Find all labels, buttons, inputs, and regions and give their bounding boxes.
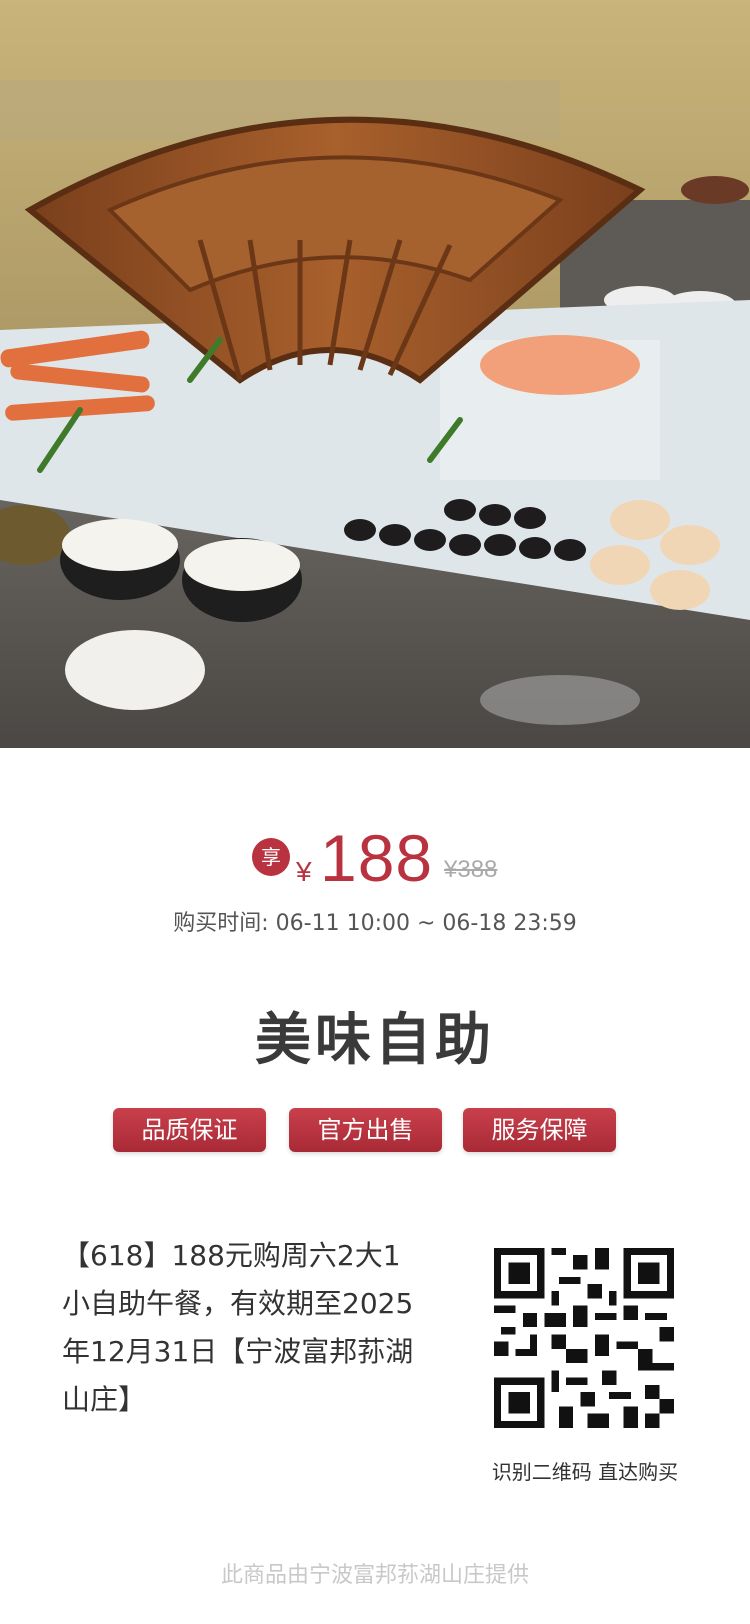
buffet-photo bbox=[0, 0, 750, 748]
tag-official: 官方出售 bbox=[289, 1108, 442, 1152]
discount-badge: 享 bbox=[252, 838, 290, 876]
purchase-time: 购买时间: 06-11 10:00 ~ 06-18 23:59 bbox=[173, 911, 577, 936]
tag-service: 服务保障 bbox=[463, 1108, 616, 1152]
product-description: 【618】188元购周六2大1小自助午餐，有效期至2025年12月31日【宁波富… bbox=[62, 1239, 414, 1416]
price-row: 享 ¥ 188 ¥388 bbox=[0, 820, 750, 900]
qr-caption: 识别二维码 直达购买 bbox=[491, 1460, 679, 1484]
guarantee-tags: 品质保证 官方出售 服务保障 bbox=[113, 1108, 643, 1152]
qr-code[interactable] bbox=[494, 1248, 674, 1428]
tag-quality: 品质保证 bbox=[113, 1108, 266, 1152]
hero-image bbox=[0, 0, 750, 748]
current-price: 188 bbox=[320, 821, 434, 895]
product-title: 美味自助 bbox=[255, 1008, 495, 1073]
original-price: ¥388 bbox=[444, 856, 498, 883]
provider-footer: 此商品由宁波富邦荪湖山庄提供 bbox=[220, 1563, 529, 1588]
currency-symbol: ¥ bbox=[296, 856, 312, 887]
